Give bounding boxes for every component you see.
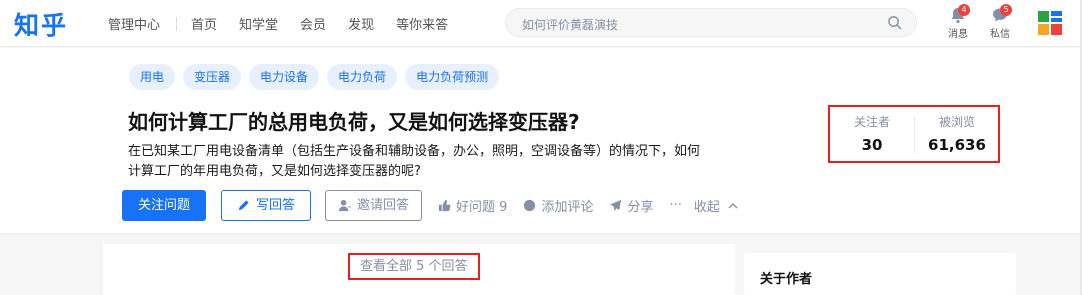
good-question-label: 好问题 9 xyxy=(456,200,508,215)
dm-label: 私信 xyxy=(990,29,1010,40)
invite-answer-label: 邀请回答 xyxy=(357,198,410,213)
collapse-button[interactable]: 收起 xyxy=(694,196,744,215)
zhihu-logo[interactable]: 知乎 xyxy=(14,6,68,42)
comment-icon xyxy=(524,199,536,212)
topic-tag[interactable]: 变压器 xyxy=(183,64,242,90)
dm-badge: 5 xyxy=(1000,4,1012,16)
chevron-up-icon xyxy=(728,202,738,208)
write-answer-label: 写回答 xyxy=(256,198,296,213)
creator-center-icon[interactable] xyxy=(1036,9,1064,37)
followers-label: 关注者 xyxy=(853,115,890,129)
question-stats: 关注者 30 被浏览 61,636 xyxy=(828,105,1000,163)
search-input[interactable]: 如何评价黄磊演技 xyxy=(505,8,917,37)
search-placeholder: 如何评价黄磊演技 xyxy=(522,18,619,32)
views-count: 61,636 xyxy=(928,136,986,154)
messages-badge: 4 xyxy=(958,4,970,16)
nav-item-home[interactable]: 首页 xyxy=(191,14,217,33)
share-button[interactable]: 分享 xyxy=(609,196,653,215)
nav-item-admin[interactable]: 管理中心 xyxy=(108,14,160,33)
nav-item-waiting-answers[interactable]: 等你来答 xyxy=(396,14,448,33)
question-title: 如何计算工厂的总用电负荷，又是如何选择变压器? xyxy=(128,110,580,134)
main-nav: 管理中心 首页 知学堂 会员 发现 等你来答 xyxy=(108,14,470,33)
topic-tag[interactable]: 电力设备 xyxy=(249,64,320,90)
top-navbar: 知乎 管理中心 首页 知学堂 会员 发现 等你来答 如何评价黄磊演技 4 消息 … xyxy=(0,0,1082,47)
direct-messages-button[interactable]: 5 私信 xyxy=(982,4,1018,44)
view-all-answers-button[interactable]: 查看全部 5 个回答 xyxy=(348,253,480,280)
more-options-button[interactable]: ··· xyxy=(669,198,681,213)
answers-panel: 查看全部 5 个回答 xyxy=(103,244,735,295)
invite-user-icon xyxy=(338,199,352,212)
nav-item-discover[interactable]: 发现 xyxy=(348,14,374,33)
followers-stat[interactable]: 关注者 30 xyxy=(830,113,914,154)
nav-item-academy[interactable]: 知学堂 xyxy=(239,14,278,33)
topic-tag[interactable]: 电力负荷预测 xyxy=(405,64,500,90)
nav-divider xyxy=(176,16,178,31)
add-comment-label: 添加评论 xyxy=(541,200,594,215)
about-author-card: 关于作者 xyxy=(744,253,1016,295)
description-line: 在已知某工厂用电设备清单（包括生产设备和辅助设备，办公，照明，空调设备等）的情况… xyxy=(128,144,701,159)
question-header: 用电 变压器 电力设备 电力负荷 电力负荷预测 如何计算工厂的总用电负荷，又是如… xyxy=(0,48,1082,234)
followers-count: 30 xyxy=(861,136,883,154)
messages-button[interactable]: 4 消息 xyxy=(940,4,976,44)
search-icon[interactable] xyxy=(887,15,902,30)
share-label: 分享 xyxy=(627,200,654,215)
share-icon xyxy=(610,199,622,212)
messages-label: 消息 xyxy=(948,29,968,40)
topic-tags: 用电 变压器 电力设备 电力负荷 电力负荷预测 xyxy=(129,64,507,90)
thumbs-up-icon xyxy=(438,199,451,212)
write-answer-button[interactable]: 写回答 xyxy=(221,190,312,221)
add-comment-button[interactable]: 添加评论 xyxy=(523,196,593,215)
nav-item-membership[interactable]: 会员 xyxy=(300,14,326,33)
invite-answer-button[interactable]: 邀请回答 xyxy=(325,190,423,221)
follow-question-button[interactable]: 关注问题 xyxy=(122,190,207,221)
question-description: 在已知某工厂用电设备清单（包括生产设备和辅助设备，办公，照明，空调设备等）的情况… xyxy=(128,142,738,182)
topic-tag[interactable]: 用电 xyxy=(129,64,176,90)
views-label: 被浏览 xyxy=(938,115,975,129)
topic-tag[interactable]: 电力负荷 xyxy=(327,64,398,90)
collapse-label: 收起 xyxy=(693,200,720,215)
good-question-button[interactable]: 好问题 9 xyxy=(438,196,507,215)
description-line: 计算工厂的年用电负荷，又是如何选择变压器的呢? xyxy=(128,164,421,179)
about-author-heading: 关于作者 xyxy=(760,272,813,287)
question-actions: 关注问题 写回答 邀请回答 好问题 9 添加评论 分享 ··· 收起 xyxy=(122,190,760,221)
pencil-icon xyxy=(238,200,249,211)
views-stat: 被浏览 61,636 xyxy=(915,113,999,154)
